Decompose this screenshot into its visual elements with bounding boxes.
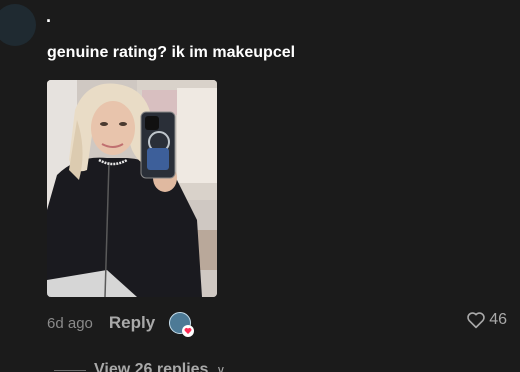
comment-text: genuine rating? ik im makeupcel [47, 44, 296, 61]
view-replies-button[interactable]: View 26 replies ∨ [54, 361, 225, 372]
reply-button[interactable]: Reply [109, 313, 155, 333]
user-avatar[interactable] [0, 4, 36, 46]
heart-icon [467, 312, 485, 329]
comment-thread: . genuine rating? ik im makeupcel 6d ago… [0, 0, 520, 372]
comment-meta: 6d ago Reply [47, 312, 195, 337]
replies-divider [54, 369, 86, 371]
heart-badge-icon [182, 325, 195, 337]
like-count: 46 [489, 311, 507, 328]
mirror-selfie-image [47, 80, 217, 297]
chevron-down-icon: ∨ [216, 363, 226, 372]
comment-photo[interactable] [47, 80, 217, 297]
like-button[interactable]: 46 [466, 311, 507, 329]
timestamp: 6d ago [47, 314, 93, 332]
view-replies-label: View 26 replies [94, 361, 209, 372]
username[interactable]: . [46, 6, 51, 26]
creator-liked-badge-icon [169, 312, 195, 337]
